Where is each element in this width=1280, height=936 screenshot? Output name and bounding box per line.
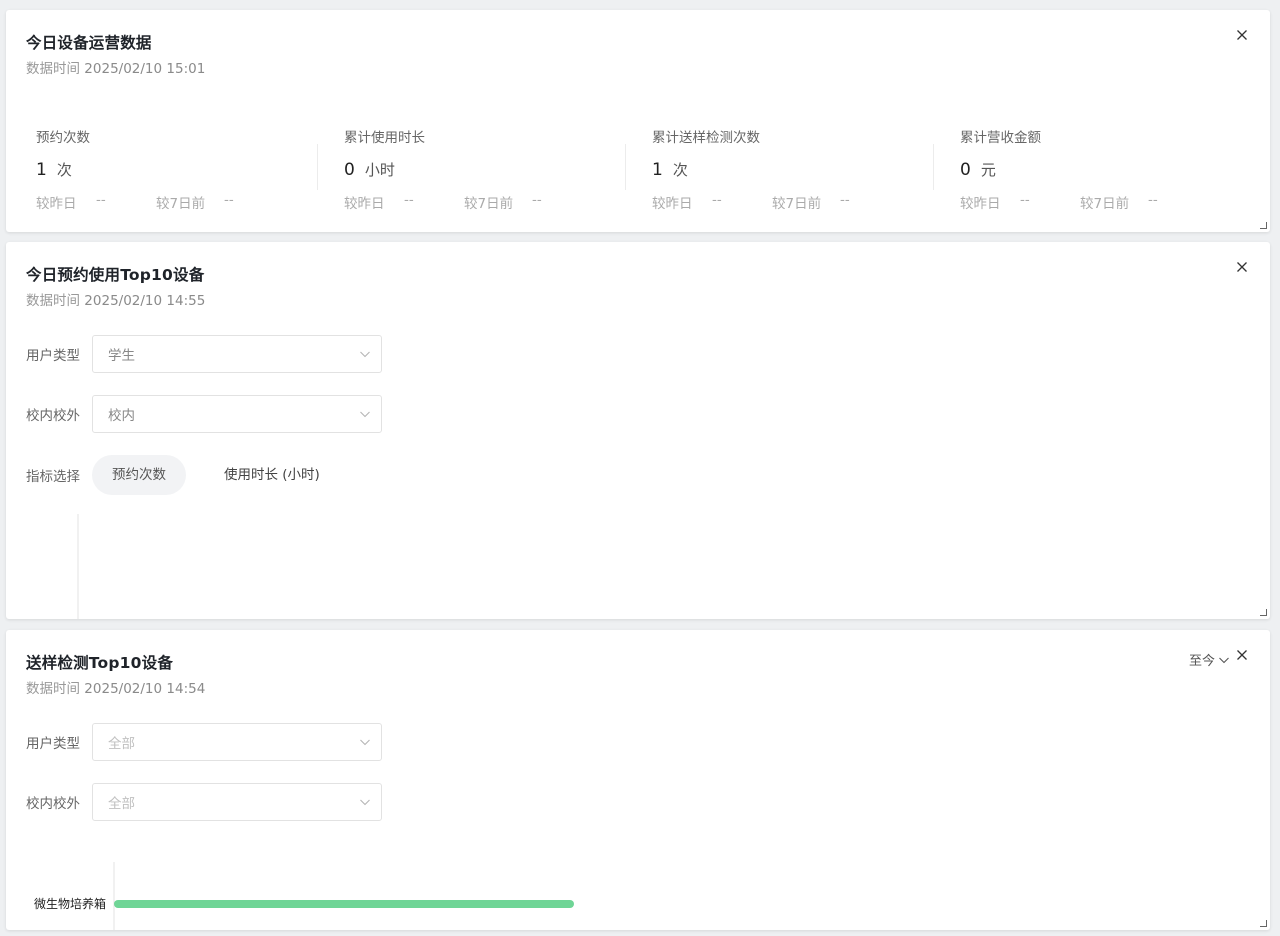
reservation-top10-card: 今日预约使用Top10设备 数据时间 2025/02/10 14:55 用户类型… [6,242,1270,619]
compare-day-label: 较昨日 [960,196,1001,212]
metric-value: 0 [344,160,355,180]
compare-week-label: 较7日前 [1080,196,1130,212]
metric-label: 累计使用时长 [344,130,425,146]
card-title: 送样检测Top10设备 [26,654,174,672]
compare-day-value: -- [712,192,722,208]
close-icon[interactable] [1234,647,1250,663]
compare-week-label: 较7日前 [772,196,822,212]
time-range-dropdown[interactable]: 至今 [1189,650,1230,669]
close-icon[interactable] [1234,259,1250,275]
metric-unit: 次 [56,161,72,179]
metric-value-row: 1 次 [36,159,316,180]
compare-day-label: 较昨日 [344,196,385,212]
chevron-down-icon [360,411,370,418]
metric-select-label: 指标选择 [26,469,80,485]
metric-sample-tests: 累计送样检测次数 1 次 较昨日 -- 较7日前 -- [652,126,932,212]
metric-label: 累计送样检测次数 [652,130,760,146]
metric-reservations: 预约次数 1 次 较昨日 -- 较7日前 -- [36,126,316,212]
metric-value-row: 0 元 [960,159,1240,180]
resize-handle-icon[interactable] [1260,920,1267,927]
compare-week-value: -- [1148,192,1158,208]
metric-compare: 较昨日 -- 较7日前 -- [960,192,1240,212]
campus-select[interactable]: 校内 [92,395,382,433]
card-title: 今日预约使用Top10设备 [26,266,205,284]
compare-week-value: -- [532,192,542,208]
user-type-label: 用户类型 [26,348,80,364]
campus-row: 校内校外 全部 [26,783,382,821]
compare-day-label: 较昨日 [652,196,693,212]
metric-unit: 次 [672,161,688,179]
user-type-row: 用户类型 全部 [26,723,382,761]
metric-usage-hours: 累计使用时长 0 小时 较昨日 -- 较7日前 -- [344,126,624,212]
metric-compare: 较昨日 -- 较7日前 -- [344,192,624,212]
select-placeholder: 全部 [108,736,135,752]
chevron-down-icon [1219,657,1229,663]
compare-week-label: 较7日前 [156,196,206,212]
metric-compare: 较昨日 -- 较7日前 -- [36,192,316,212]
card-title: 今日设备运营数据 [26,34,152,52]
metric-value: 1 [652,160,663,180]
time-range-label: 至今 [1188,654,1215,669]
select-value: 校内 [108,408,135,424]
select-placeholder: 全部 [108,796,135,812]
campus-row: 校内校外 校内 [26,395,382,433]
data-time-label: 数据时间 [26,681,80,697]
metric-value: 1 [36,160,47,180]
metric-unit: 小时 [364,161,395,179]
chevron-down-icon [360,351,370,358]
divider [625,144,626,190]
user-type-select[interactable]: 全部 [92,723,382,761]
compare-day-value: -- [404,192,414,208]
operations-card: 今日设备运营数据 数据时间 2025/02/10 15:01 预约次数 1 次 … [6,10,1270,232]
metric-option-usage-hours[interactable]: 使用时长 (小时) [204,455,340,495]
user-type-row: 用户类型 学生 [26,335,382,373]
data-time: 数据时间 2025/02/10 15:01 [26,57,205,77]
compare-week-value: -- [224,192,234,208]
user-type-select[interactable]: 学生 [92,335,382,373]
metric-unit: 元 [980,161,996,179]
metric-compare: 较昨日 -- 较7日前 -- [652,192,932,212]
compare-day-label: 较昨日 [36,196,77,212]
campus-select[interactable]: 全部 [92,783,382,821]
metric-select-row: 指标选择 预约次数 使用时长 (小时) [26,455,340,495]
resize-handle-icon[interactable] [1260,609,1267,616]
resize-handle-icon[interactable] [1260,222,1267,229]
sample-test-chart: 微生物培养箱 [34,862,574,930]
campus-label: 校内校外 [26,408,80,424]
data-timestamp: 2025/02/10 14:54 [84,681,206,697]
compare-week-value: -- [840,192,850,208]
campus-label: 校内校外 [26,796,80,812]
divider [317,144,318,190]
bar[interactable] [114,900,574,908]
metric-label: 累计营收金额 [960,130,1041,146]
close-icon[interactable] [1234,27,1250,43]
data-timestamp: 2025/02/10 14:55 [84,293,206,309]
select-value: 学生 [108,348,135,364]
metric-option-reservations[interactable]: 预约次数 [92,455,186,495]
compare-day-value: -- [1020,192,1030,208]
user-type-label: 用户类型 [26,736,80,752]
compare-week-label: 较7日前 [464,196,514,212]
bar-label: 微生物培养箱 [34,896,106,911]
data-time: 数据时间 2025/02/10 14:54 [26,677,205,697]
sample-test-top10-card: 送样检测Top10设备 数据时间 2025/02/10 14:54 至今 用户类… [6,630,1270,930]
metric-value-row: 0 小时 [344,159,624,180]
metric-value-row: 1 次 [652,159,932,180]
data-time-label: 数据时间 [26,61,80,77]
reservation-chart [77,514,79,619]
metric-segmented-control: 预约次数 使用时长 (小时) [92,455,340,495]
chevron-down-icon [360,799,370,806]
data-time-label: 数据时间 [26,293,80,309]
metric-revenue: 累计营收金额 0 元 较昨日 -- 较7日前 -- [960,126,1240,212]
metric-value: 0 [960,160,971,180]
data-time: 数据时间 2025/02/10 14:55 [26,289,205,309]
compare-day-value: -- [96,192,106,208]
metric-label: 预约次数 [36,130,90,146]
data-timestamp: 2025/02/10 15:01 [84,61,206,77]
divider [933,144,934,190]
chevron-down-icon [360,739,370,746]
